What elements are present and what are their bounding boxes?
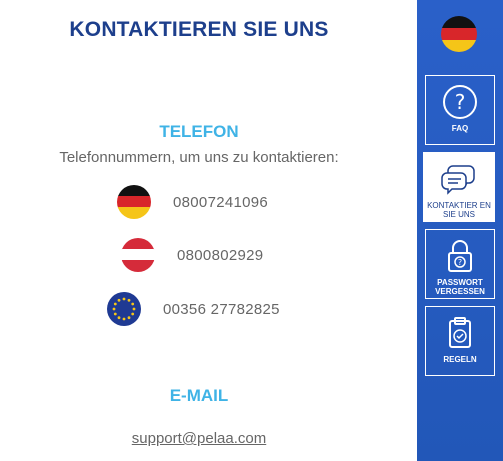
email-link[interactable]: support@pelaa.com xyxy=(0,430,398,447)
svg-text:?: ? xyxy=(455,90,466,114)
sidebar-item-label: REGELN xyxy=(443,355,477,364)
sidebar-item-contact[interactable]: KONTAKTIER EN SIE UNS xyxy=(423,152,495,222)
sidebar-item-rules[interactable]: REGELN xyxy=(425,306,495,376)
question-icon: ? xyxy=(442,84,478,120)
sidebar-item-label: PASSWORT VERGESSEN xyxy=(435,278,485,296)
email-section-title: E-MAIL xyxy=(169,386,229,405)
chat-icon xyxy=(441,161,477,197)
phone-section-subtitle: Telefonnummern, um uns zu kontaktieren: xyxy=(59,149,339,166)
phone-entry-eu: 00356 27782825 xyxy=(107,291,280,327)
phone-number[interactable]: 0800802929 xyxy=(177,247,263,264)
phone-section-title: TELEFON xyxy=(159,122,239,141)
sidebar-item-label: FAQ xyxy=(451,124,469,133)
contact-panel: KONTAKTIEREN SIE UNS TELEFON Telefonnumm… xyxy=(0,0,417,461)
language-selector[interactable] xyxy=(441,16,477,52)
clipboard-check-icon xyxy=(442,315,478,351)
svg-text:?: ? xyxy=(458,258,462,267)
eu-flag-icon xyxy=(107,292,141,326)
phone-entry-germany: 08007241096 xyxy=(117,184,268,220)
page-title: KONTAKTIEREN SIE UNS xyxy=(69,18,329,41)
germany-flag-icon xyxy=(441,16,477,52)
lock-icon: ? xyxy=(442,238,478,274)
phone-number[interactable]: 08007241096 xyxy=(173,194,268,211)
austria-flag-icon xyxy=(121,238,155,272)
phone-entry-austria: 0800802929 xyxy=(121,237,263,273)
phone-number[interactable]: 00356 27782825 xyxy=(163,301,280,318)
germany-flag-icon xyxy=(117,185,151,219)
sidebar-item-label: KONTAKTIER EN SIE UNS xyxy=(427,201,491,219)
sidebar-item-faq[interactable]: ? FAQ xyxy=(425,75,495,145)
sidebar-item-password[interactable]: ? PASSWORT VERGESSEN xyxy=(425,229,495,299)
